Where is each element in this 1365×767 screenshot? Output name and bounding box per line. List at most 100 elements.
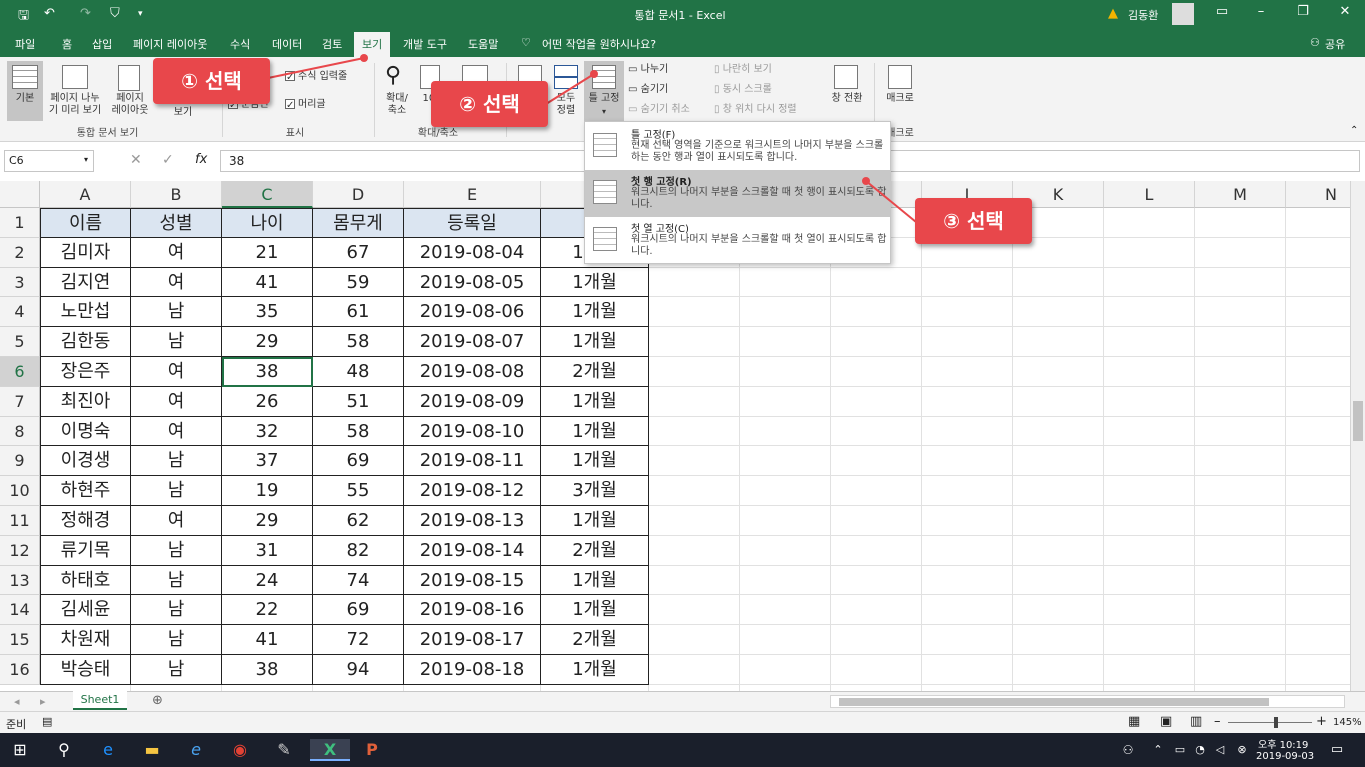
row-header-15[interactable]: 15 <box>0 625 40 655</box>
table-cell[interactable]: 59 <box>313 267 404 298</box>
table-cell[interactable]: 55 <box>313 476 404 506</box>
table-cell[interactable]: 2019-08-18 <box>404 655 541 685</box>
table-cell[interactable]: 여 <box>131 416 222 447</box>
notification-off-icon[interactable]: ⊗ <box>1230 739 1254 761</box>
table-cell[interactable]: 61 <box>313 297 404 328</box>
table-cell[interactable]: 2019-08-15 <box>404 565 541 596</box>
table-cell[interactable]: 남 <box>131 565 222 596</box>
table-cell[interactable]: 이경생 <box>40 446 131 477</box>
internet-explorer-icon[interactable]: e <box>184 739 208 761</box>
next-sheet-icon[interactable]: ▸ <box>40 695 46 708</box>
menu-item-freeze-panes[interactable]: 틀 고정(F) 현재 선택 영역을 기준으로 워크시트의 나머지 부분을 스크롤… <box>585 123 890 170</box>
page-layout-status-icon[interactable]: ▣ <box>1160 714 1172 729</box>
edge-icon[interactable]: e <box>96 739 120 761</box>
avatar[interactable] <box>1172 3 1194 25</box>
table-cell[interactable]: 29 <box>222 327 313 357</box>
zoom-in-icon[interactable]: + <box>1316 714 1327 729</box>
table-cell[interactable]: 74 <box>313 565 404 596</box>
table-cell[interactable]: 58 <box>313 416 404 447</box>
table-cell[interactable]: 2019-08-07 <box>404 327 541 357</box>
table-cell[interactable]: 김한동 <box>40 327 131 357</box>
table-cell[interactable]: 박승태 <box>40 655 131 685</box>
action-center-icon[interactable]: ▭ <box>1325 739 1349 761</box>
table-cell[interactable]: 2019-08-09 <box>404 386 541 417</box>
horizontal-scrollbar[interactable] <box>830 695 1345 708</box>
table-cell[interactable]: 1개월 <box>541 386 649 417</box>
volume-icon[interactable]: ◁ <box>1208 739 1232 761</box>
hide-button[interactable]: ▭ 숨기기 <box>628 84 668 96</box>
header-cell[interactable]: 몸무게 <box>313 208 404 238</box>
save-icon[interactable]: 🖫 <box>18 6 29 28</box>
table-cell[interactable]: 62 <box>313 506 404 536</box>
clock-date[interactable]: 2019-09-03 <box>1256 751 1314 762</box>
table-cell[interactable]: 여 <box>131 267 222 298</box>
vertical-scrollbar[interactable] <box>1350 181 1365 691</box>
table-cell[interactable]: 남 <box>131 535 222 566</box>
table-cell[interactable]: 정해경 <box>40 506 131 536</box>
row-header-12[interactable]: 12 <box>0 535 40 566</box>
table-cell[interactable]: 2019-08-05 <box>404 267 541 298</box>
table-cell[interactable]: 38 <box>222 357 313 387</box>
header-cell[interactable]: 이름 <box>40 208 131 238</box>
page-layout-view-button[interactable]: 페이지 레이아웃 <box>108 61 152 121</box>
undo-icon[interactable]: ↶ <box>44 6 55 21</box>
row-header-10[interactable]: 10 <box>0 476 40 506</box>
macros-button[interactable]: 매크로 <box>880 61 920 121</box>
enter-icon[interactable]: ✓ <box>162 152 174 168</box>
table-cell[interactable]: 하현주 <box>40 476 131 506</box>
table-cell[interactable]: 1개월 <box>541 327 649 357</box>
headings-checkbox[interactable]: ✓ 머리글 <box>285 99 326 111</box>
custom-views-button[interactable]: 보기 <box>168 107 198 119</box>
table-cell[interactable]: 2개월 <box>541 357 649 387</box>
select-all-corner[interactable] <box>0 181 40 208</box>
powerpoint-taskbar-icon[interactable]: P <box>360 739 384 761</box>
table-cell[interactable]: 여 <box>131 237 222 268</box>
table-cell[interactable]: 35 <box>222 297 313 328</box>
table-cell[interactable]: 이명숙 <box>40 416 131 447</box>
table-cell[interactable]: 1개월 <box>541 446 649 477</box>
table-cell[interactable]: 여 <box>131 357 222 387</box>
row-header-2[interactable]: 2 <box>0 237 40 268</box>
table-cell[interactable]: 하태호 <box>40 565 131 596</box>
table-cell[interactable]: 여 <box>131 386 222 417</box>
table-cell[interactable]: 1개월 <box>541 595 649 626</box>
table-cell[interactable]: 38 <box>222 655 313 685</box>
column-header-e[interactable]: E <box>404 181 541 208</box>
table-cell[interactable]: 69 <box>313 446 404 477</box>
table-cell[interactable]: 남 <box>131 655 222 685</box>
zoom-level[interactable]: 145% <box>1333 717 1362 728</box>
tab-developer[interactable]: 개발 도구 <box>403 36 447 52</box>
prev-sheet-icon[interactable]: ◂ <box>14 695 20 708</box>
collapse-ribbon-icon[interactable]: ⌃ <box>1350 125 1358 136</box>
tab-insert[interactable]: 삽입 <box>92 36 112 52</box>
table-cell[interactable]: 1개월 <box>541 506 649 536</box>
redo-icon[interactable]: ↷ <box>80 6 91 21</box>
table-cell[interactable]: 22 <box>222 595 313 626</box>
scroll-thumb[interactable] <box>839 698 1269 706</box>
table-cell[interactable]: 김미자 <box>40 237 131 268</box>
checkbox[interactable]: ✓ <box>285 71 295 83</box>
column-header-l[interactable]: L <box>1104 181 1195 208</box>
name-box[interactable]: C6 <box>4 150 94 172</box>
table-cell[interactable]: 2019-08-14 <box>404 535 541 566</box>
cancel-icon[interactable]: ✕ <box>130 152 142 168</box>
checkbox[interactable]: ✓ <box>285 99 295 111</box>
chrome-icon[interactable]: ◉ <box>228 739 252 761</box>
table-cell[interactable]: 남 <box>131 297 222 328</box>
table-cell[interactable]: 2019-08-17 <box>404 625 541 655</box>
sync-scroll-button[interactable]: ▯ 동시 스크롤 <box>714 84 772 96</box>
zoom-button[interactable]: ⚲ 확대/ 축소 <box>380 61 414 121</box>
table-cell[interactable]: 2019-08-10 <box>404 416 541 447</box>
column-header-n[interactable]: N <box>1286 181 1350 208</box>
insert-function-icon[interactable]: fx <box>195 152 207 167</box>
table-cell[interactable]: 82 <box>313 535 404 566</box>
table-cell[interactable]: 48 <box>313 357 404 387</box>
row-header-9[interactable]: 9 <box>0 446 40 477</box>
tab-page-layout[interactable]: 페이지 레이아웃 <box>133 36 207 52</box>
table-cell[interactable]: 남 <box>131 446 222 477</box>
menu-item-freeze-first-column[interactable]: 첫 열 고정(C) 워크시트의 나머지 부분을 스크롤할 때 첫 열이 표시되도… <box>585 217 890 264</box>
scroll-thumb[interactable] <box>1353 401 1363 441</box>
unhide-button[interactable]: ▭ 숨기기 취소 <box>628 104 690 116</box>
table-cell[interactable]: 41 <box>222 625 313 655</box>
tab-file[interactable]: 파일 <box>15 36 35 52</box>
